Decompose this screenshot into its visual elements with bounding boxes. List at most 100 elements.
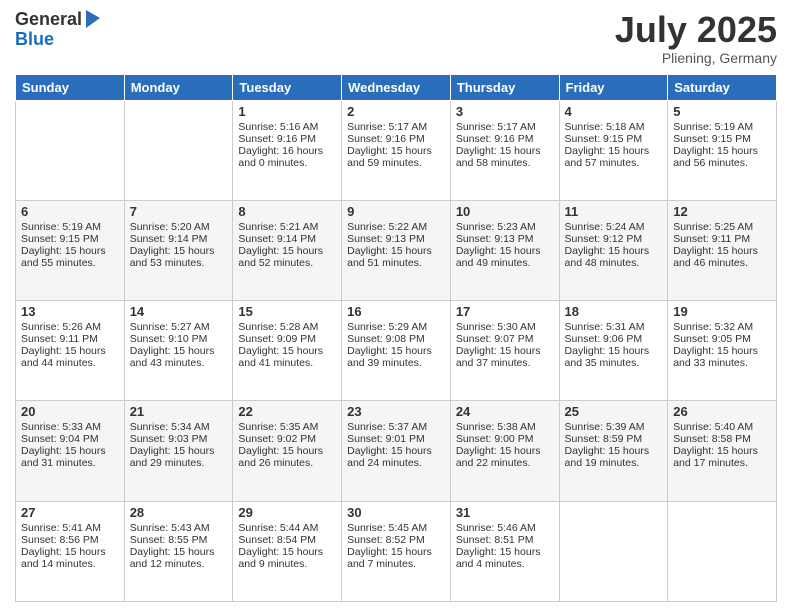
daylight: Daylight: 15 hours and 4 minutes. [456, 546, 541, 570]
sunset: Sunset: 9:07 PM [456, 333, 534, 345]
day-number: 12 [673, 204, 771, 219]
calendar-header-thursday: Thursday [450, 74, 559, 100]
sunrise: Sunrise: 5:30 AM [456, 321, 536, 333]
day-number: 24 [456, 404, 554, 419]
sunset: Sunset: 9:13 PM [347, 233, 425, 245]
daylight: Daylight: 15 hours and 46 minutes. [673, 245, 758, 269]
daylight: Daylight: 15 hours and 53 minutes. [130, 245, 215, 269]
sunset: Sunset: 9:08 PM [347, 333, 425, 345]
calendar-cell: 10Sunrise: 5:23 AMSunset: 9:13 PMDayligh… [450, 200, 559, 300]
page: General Blue July 2025 Pliening, Germany… [0, 0, 792, 612]
sunset: Sunset: 9:12 PM [565, 233, 643, 245]
day-number: 13 [21, 304, 119, 319]
sunrise: Sunrise: 5:34 AM [130, 421, 210, 433]
calendar-cell: 6Sunrise: 5:19 AMSunset: 9:15 PMDaylight… [16, 200, 125, 300]
sunrise: Sunrise: 5:25 AM [673, 221, 753, 233]
day-number: 30 [347, 505, 445, 520]
day-number: 29 [238, 505, 336, 520]
calendar-cell [16, 100, 125, 200]
calendar-week-3: 13Sunrise: 5:26 AMSunset: 9:11 PMDayligh… [16, 301, 777, 401]
day-number: 14 [130, 304, 228, 319]
sunrise: Sunrise: 5:35 AM [238, 421, 318, 433]
sunset: Sunset: 8:51 PM [456, 534, 534, 546]
calendar-cell: 17Sunrise: 5:30 AMSunset: 9:07 PMDayligh… [450, 301, 559, 401]
calendar-week-5: 27Sunrise: 5:41 AMSunset: 8:56 PMDayligh… [16, 501, 777, 601]
calendar-cell: 15Sunrise: 5:28 AMSunset: 9:09 PMDayligh… [233, 301, 342, 401]
day-number: 11 [565, 204, 663, 219]
day-number: 23 [347, 404, 445, 419]
sunset: Sunset: 9:05 PM [673, 333, 751, 345]
sunset: Sunset: 8:58 PM [673, 433, 751, 445]
sunset: Sunset: 9:04 PM [21, 433, 99, 445]
sunrise: Sunrise: 5:39 AM [565, 421, 645, 433]
sunset: Sunset: 9:11 PM [673, 233, 750, 245]
calendar-cell: 16Sunrise: 5:29 AMSunset: 9:08 PMDayligh… [342, 301, 451, 401]
daylight: Daylight: 15 hours and 48 minutes. [565, 245, 650, 269]
calendar-cell: 5Sunrise: 5:19 AMSunset: 9:15 PMDaylight… [668, 100, 777, 200]
calendar-cell: 12 Sunrise: 5:25 AMSunset: 9:11 PMDayligh… [668, 200, 777, 300]
sunset: Sunset: 9:15 PM [673, 133, 751, 145]
day-number: 22 [238, 404, 336, 419]
month-title: July 2025 [615, 10, 777, 50]
calendar-header-monday: Monday [124, 74, 233, 100]
daylight: Daylight: 15 hours and 43 minutes. [130, 345, 215, 369]
calendar-header-wednesday: Wednesday [342, 74, 451, 100]
daylight: Daylight: 15 hours and 51 minutes. [347, 245, 432, 269]
calendar-cell [668, 501, 777, 601]
calendar-cell: 8Sunrise: 5:21 AMSunset: 9:14 PMDaylight… [233, 200, 342, 300]
logo-general: General [15, 10, 82, 30]
day-number: 31 [456, 505, 554, 520]
day-number: 26 [673, 404, 771, 419]
daylight: Daylight: 15 hours and 12 minutes. [130, 546, 215, 570]
calendar-cell: 11 Sunrise: 5:24 AMSunset: 9:12 PMDayligh… [559, 200, 668, 300]
calendar-cell: 28Sunrise: 5:43 AMSunset: 8:55 PMDayligh… [124, 501, 233, 601]
calendar-cell: 20Sunrise: 5:33 AMSunset: 9:04 PMDayligh… [16, 401, 125, 501]
sunrise: Sunrise: 5:31 AM [565, 321, 645, 333]
calendar-cell: 4Sunrise: 5:18 AMSunset: 9:15 PMDaylight… [559, 100, 668, 200]
daylight: Daylight: 16 hours and 0 minutes. [238, 145, 323, 169]
daylight: Daylight: 15 hours and 59 minutes. [347, 145, 432, 169]
daylight: Daylight: 15 hours and 26 minutes. [238, 445, 323, 469]
day-number: 7 [130, 204, 228, 219]
daylight: Daylight: 15 hours and 41 minutes. [238, 345, 323, 369]
daylight: Daylight: 15 hours and 57 minutes. [565, 145, 650, 169]
calendar-cell: 26Sunrise: 5:40 AMSunset: 8:58 PMDayligh… [668, 401, 777, 501]
calendar-cell: 14Sunrise: 5:27 AMSunset: 9:10 PMDayligh… [124, 301, 233, 401]
sunrise: Sunrise: 5:27 AM [130, 321, 210, 333]
calendar-cell: 31 Sunrise: 5:46 AMSunset: 8:51 PMDayligh… [450, 501, 559, 601]
daylight: Daylight: 15 hours and 55 minutes. [21, 245, 106, 269]
sunrise: Sunrise: 5:29 AM [347, 321, 427, 333]
sunset: Sunset: 9:16 PM [347, 133, 425, 145]
calendar-cell: 7Sunrise: 5:20 AMSunset: 9:14 PMDaylight… [124, 200, 233, 300]
calendar-header-row: SundayMondayTuesdayWednesdayThursdayFrid… [16, 74, 777, 100]
sunrise: Sunrise: 5:19 AM [673, 121, 753, 133]
day-number: 4 [565, 104, 663, 119]
sunrise: Sunrise: 5:22 AM [347, 221, 427, 233]
sunset: Sunset: 9:14 PM [130, 233, 208, 245]
daylight: Daylight: 15 hours and 52 minutes. [238, 245, 323, 269]
calendar-cell: 9Sunrise: 5:22 AMSunset: 9:13 PMDaylight… [342, 200, 451, 300]
sunset: Sunset: 9:03 PM [130, 433, 208, 445]
calendar-cell: 19Sunrise: 5:32 AMSunset: 9:05 PMDayligh… [668, 301, 777, 401]
sunrise: Sunrise: 5:40 AM [673, 421, 753, 433]
calendar-header-friday: Friday [559, 74, 668, 100]
sunset: Sunset: 9:06 PM [565, 333, 643, 345]
day-number: 10 [456, 204, 554, 219]
sunset: Sunset: 9:09 PM [238, 333, 316, 345]
sunrise: Sunrise: 5:43 AM [130, 522, 210, 534]
day-number: 8 [238, 204, 336, 219]
day-number: 19 [673, 304, 771, 319]
header: General Blue July 2025 Pliening, Germany [15, 10, 777, 66]
logo: General Blue [15, 10, 102, 50]
calendar-cell: 27Sunrise: 5:41 AMSunset: 8:56 PMDayligh… [16, 501, 125, 601]
sunset: Sunset: 9:16 PM [238, 133, 316, 145]
logo-blue: Blue [15, 30, 102, 50]
calendar-cell: 25Sunrise: 5:39 AMSunset: 8:59 PMDayligh… [559, 401, 668, 501]
sunrise: Sunrise: 5:24 AM [565, 221, 645, 233]
sunrise: Sunrise: 5:21 AM [238, 221, 318, 233]
calendar-cell: 3Sunrise: 5:17 AMSunset: 9:16 PMDaylight… [450, 100, 559, 200]
calendar-cell: 2Sunrise: 5:17 AMSunset: 9:16 PMDaylight… [342, 100, 451, 200]
sunrise: Sunrise: 5:46 AM [456, 522, 536, 534]
sunrise: Sunrise: 5:19 AM [21, 221, 101, 233]
day-number: 15 [238, 304, 336, 319]
